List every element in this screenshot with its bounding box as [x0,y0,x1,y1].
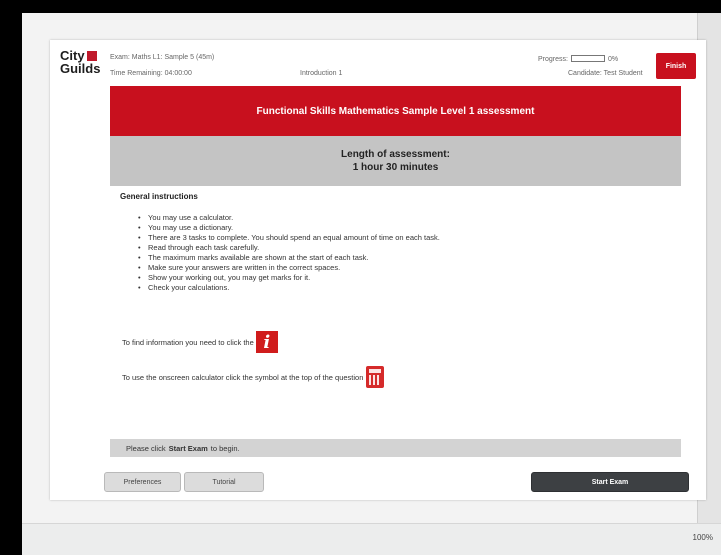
preferences-button[interactable]: Preferences [104,472,181,492]
exam-header: City Guilds Exam: Maths L1: Sample 5 (45… [50,40,706,86]
time-remaining: Time Remaining: 04:00:00 [110,70,192,77]
candidate-name: Candidate: Test Student [568,70,643,77]
start-exam-button[interactable]: Start Exam [531,472,689,492]
progress-bar [570,55,605,62]
tutorial-button[interactable]: Tutorial [184,472,264,492]
calculator-icon [366,366,385,388]
list-item: Make sure your answers are written in th… [138,263,681,273]
list-item: Check your calculations. [138,283,681,293]
assessment-banner: Functional Skills Mathematics Sample Lev… [110,86,681,136]
logo-mark-icon [86,51,97,61]
start-exam-prompt: Please click Start Exam to begin. [110,439,681,457]
progress-indicator: Progress: 0% [538,55,619,63]
exam-window: City Guilds Exam: Maths L1: Sample 5 (45… [50,40,706,500]
instructions-list: You may use a calculator. You may use a … [138,213,681,293]
list-item: Show your working out, you may get marks… [138,273,681,283]
list-item: There are 3 tasks to complete. You shoul… [138,233,681,243]
exam-title: Exam: Maths L1: Sample 5 (45m) [110,54,215,61]
assessment-length: Length of assessment: 1 hour 30 minutes [110,136,681,186]
list-item: You may use a dictionary. [138,223,681,233]
information-icon: i [255,331,278,353]
browser-status-bar: 100% [22,523,721,555]
instructions-panel: Functional Skills Mathematics Sample Lev… [110,86,681,461]
list-item: The maximum marks available are shown at… [138,253,681,263]
progress-percent: 0% [607,56,619,63]
finish-button[interactable]: Finish [656,53,696,79]
city-guilds-logo: City Guilds [60,48,101,76]
general-instructions-heading: General instructions [120,192,198,201]
info-hint: To find information you need to click th… [122,331,278,353]
calculator-hint: To use the onscreen calculator click the… [122,366,385,388]
section-indicator: Introduction 1 [300,70,343,77]
zoom-level[interactable]: 100% [693,533,713,542]
list-item: Read through each task carefully. [138,243,681,253]
list-item: You may use a calculator. [138,213,681,223]
